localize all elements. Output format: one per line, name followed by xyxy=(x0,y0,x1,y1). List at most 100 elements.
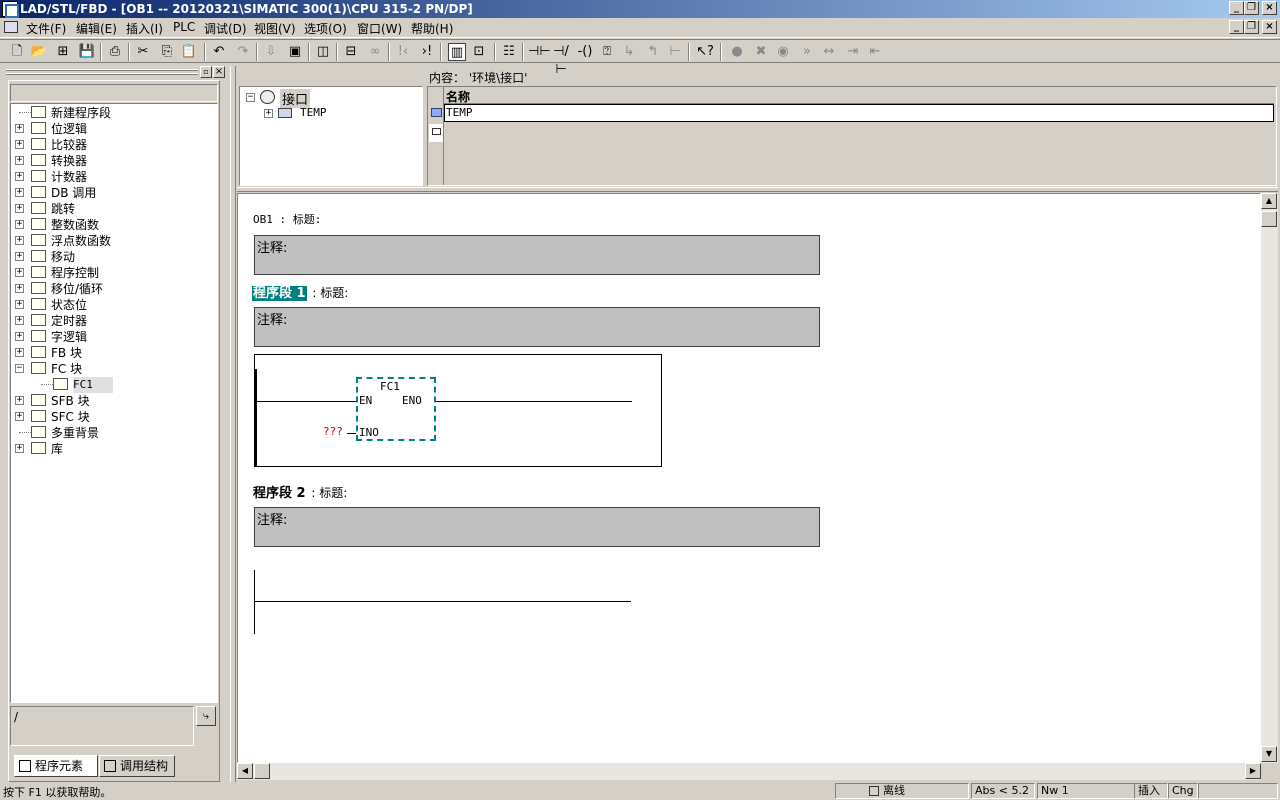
save-icon[interactable]: 💾 xyxy=(78,43,96,61)
tree-expand-toggle[interactable]: + xyxy=(15,348,24,357)
tree-item[interactable]: + 移动 xyxy=(11,249,217,265)
new-network-tool-icon[interactable]: ☷ xyxy=(500,43,518,61)
network2-diagram[interactable] xyxy=(254,570,634,634)
zoom-icon[interactable]: ⊡ xyxy=(470,43,488,61)
tree-expand-toggle[interactable]: + xyxy=(15,252,24,261)
open-icon[interactable]: 📂 xyxy=(30,43,48,61)
tree-expand-toggle[interactable]: + xyxy=(15,332,24,341)
scroll-right-button[interactable]: ▶ xyxy=(1245,763,1261,779)
download-icon[interactable]: ⇩ xyxy=(262,43,280,61)
close-button[interactable]: × xyxy=(1262,1,1277,15)
step-icon[interactable]: ↔ xyxy=(820,43,838,61)
interface-temp-label[interactable]: TEMP xyxy=(300,106,327,119)
path-field[interactable]: / xyxy=(14,710,18,724)
copy-icon[interactable]: ⎘ xyxy=(158,43,176,61)
overview-icon[interactable]: ◫ xyxy=(314,43,332,61)
ladder-editor[interactable]: OB1 : 标题: 注释: 程序段 1 : 标题: 注释: FC1 EN ENO… xyxy=(237,193,1261,763)
doc-close-button[interactable]: × xyxy=(1262,20,1277,34)
menu-view[interactable]: 视图(V) xyxy=(254,20,296,37)
tree-item[interactable]: + 定时器 xyxy=(11,313,217,329)
network2-label[interactable]: 程序段 2 xyxy=(253,486,306,501)
empty-box-icon[interactable]: ⍰ xyxy=(598,43,616,61)
step-out-icon[interactable]: ⇤ xyxy=(866,43,884,61)
network2-comment[interactable]: 注释: xyxy=(254,507,820,547)
network1-label[interactable]: 程序段 1 xyxy=(252,286,307,301)
tree-expand-toggle[interactable]: + xyxy=(15,204,24,213)
tree-item[interactable]: + 比较器 xyxy=(11,137,217,153)
details-view-icon[interactable]: ▥ xyxy=(448,43,466,61)
tree-item[interactable]: + 整数函数 xyxy=(11,217,217,233)
scroll-down-button[interactable]: ▼ xyxy=(1261,746,1277,762)
print-icon[interactable]: ⎙ xyxy=(106,43,124,61)
tree-item[interactable]: + SFC 块 xyxy=(11,409,217,425)
temp-expand-toggle[interactable]: + xyxy=(264,109,273,118)
scroll-up-button[interactable]: ▲ xyxy=(1261,193,1277,209)
minimize-button[interactable]: _ xyxy=(1229,1,1244,15)
network-icon[interactable]: ⊟ xyxy=(342,43,360,61)
menu-window[interactable]: 窗口(W) xyxy=(357,20,402,37)
restore-button[interactable]: ❐ xyxy=(1244,1,1259,15)
normally-closed-contact-icon[interactable]: ⊣/⊢ xyxy=(552,43,570,77)
tab-program-elements[interactable]: 程序元素 xyxy=(14,755,98,777)
network1-diagram[interactable]: FC1 EN ENO INO ??? xyxy=(254,354,662,467)
normally-open-contact-icon[interactable]: ⊣⊢ xyxy=(528,43,551,61)
tree-item[interactable]: + 状态位 xyxy=(11,297,217,313)
tree-item[interactable]: + 跳转 xyxy=(11,201,217,217)
tree-expand-toggle[interactable]: + xyxy=(15,172,24,181)
column-name-header[interactable]: 名称 xyxy=(446,88,470,105)
tree-expand-toggle[interactable]: + xyxy=(15,300,24,309)
next-bookmark-icon[interactable]: ›! xyxy=(418,43,436,61)
panel-restore-button[interactable]: ▫ xyxy=(200,66,212,78)
doc-minimize-button[interactable]: _ xyxy=(1229,20,1244,34)
tab-call-structure[interactable]: 调用结构 xyxy=(99,755,175,777)
horizontal-scrollbar[interactable]: ◀ ▶ xyxy=(237,763,1261,780)
breakpoint-icon[interactable]: ● xyxy=(728,43,746,61)
breakpoint-active-icon[interactable]: ◉ xyxy=(774,43,792,61)
tree-item[interactable]: + FB 块 xyxy=(11,345,217,361)
tree-item[interactable]: + 字逻辑 xyxy=(11,329,217,345)
menu-insert[interactable]: 插入(I) xyxy=(126,20,163,37)
tree-expand-toggle[interactable]: + xyxy=(15,124,24,133)
tree-expand-toggle[interactable]: + xyxy=(15,220,24,229)
vertical-scroll-thumb[interactable] xyxy=(1261,211,1277,227)
redo-icon[interactable]: ↷ xyxy=(234,43,252,61)
continue-icon[interactable]: » xyxy=(798,43,816,61)
menu-debug[interactable]: 调试(D) xyxy=(204,20,247,37)
panel-close-button[interactable]: × xyxy=(213,66,225,78)
tree-item[interactable]: + SFB 块 xyxy=(11,393,217,409)
table-row-temp[interactable]: TEMP xyxy=(446,106,473,119)
monitor-icon[interactable]: ▣ xyxy=(286,43,304,61)
close-branch-icon[interactable]: ↰ xyxy=(644,43,662,61)
menu-file[interactable]: 文件(F) xyxy=(26,20,66,37)
document-icon[interactable] xyxy=(4,21,18,33)
tree-item[interactable]: + 计数器 xyxy=(11,169,217,185)
glasses-icon[interactable]: ∞ xyxy=(366,43,384,61)
tree-expand-toggle[interactable]: + xyxy=(15,188,24,197)
tree-item[interactable]: + 库 xyxy=(11,441,217,457)
network1-comment[interactable]: 注释: xyxy=(254,307,820,347)
tree-item[interactable]: + DB 调用 xyxy=(11,185,217,201)
tree-item[interactable]: 新建程序段 xyxy=(11,105,217,121)
tree-item[interactable]: + 位逻辑 xyxy=(11,121,217,137)
tree-expand-toggle[interactable]: − xyxy=(15,364,24,373)
tree-item[interactable]: 多重背景 xyxy=(11,425,217,441)
ino-unassigned-operand[interactable]: ??? xyxy=(323,425,343,438)
tree-item[interactable]: + 移位/循环 xyxy=(11,281,217,297)
tree-expand-toggle[interactable]: + xyxy=(15,268,24,277)
delete-breakpoints-icon[interactable]: ✖ xyxy=(752,43,770,61)
interface-collapse-toggle[interactable]: − xyxy=(246,93,255,102)
tree-item[interactable]: FC1 xyxy=(11,377,217,393)
tree-expand-toggle[interactable]: + xyxy=(15,284,24,293)
insert-element-button[interactable]: ⤷ xyxy=(196,706,216,726)
cut-icon[interactable]: ✂ xyxy=(134,43,152,61)
tree-item[interactable]: − FC 块 xyxy=(11,361,217,377)
open-branch-icon[interactable]: ↳ xyxy=(620,43,638,61)
coil-icon[interactable]: -() xyxy=(576,43,594,61)
tree-expand-toggle[interactable]: + xyxy=(15,412,24,421)
menu-help[interactable]: 帮助(H) xyxy=(411,20,453,37)
tree-expand-toggle[interactable]: + xyxy=(15,236,24,245)
tree-expand-toggle[interactable]: + xyxy=(15,316,24,325)
doc-restore-button[interactable]: ❐ xyxy=(1244,20,1259,34)
tree-expand-toggle[interactable]: + xyxy=(15,156,24,165)
menu-plc[interactable]: PLC xyxy=(173,20,195,34)
